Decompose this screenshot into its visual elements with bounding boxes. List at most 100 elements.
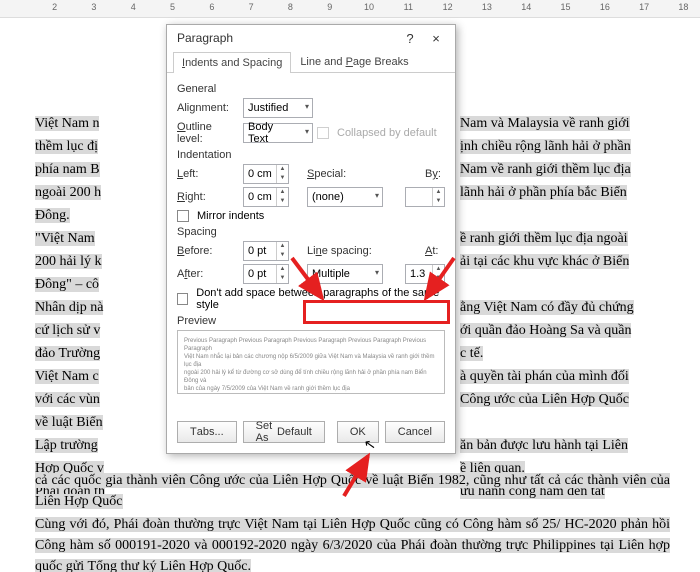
chevron-down-icon: ▾ [305,127,309,136]
close-button[interactable]: × [423,31,449,46]
collapsed-label: Collapsed by default [337,127,437,139]
horizontal-ruler: 2 3 4 5 6 7 8 9 10 11 12 13 14 15 16 17 … [0,0,700,18]
at-value: 1.3 [410,268,425,280]
indent-left-value: 0 cm [248,168,272,180]
after-label: After: [177,268,239,280]
alignment-label: Alignment: [177,102,239,114]
set-default-button[interactable]: Set As Default [243,421,325,443]
dialog-title: Paragraph [177,31,233,45]
paragraph-dialog: Paragraph ? × Indents and Spacing Line a… [166,24,456,454]
indent-left-label: Left: [177,168,239,180]
chevron-down-icon: ▾ [375,268,379,277]
doc-text: ới quần đảo Hoàng Sa và quần [460,323,631,338]
ruler-num: 4 [131,2,136,12]
doc-text: Nam và Malaysia về ranh giới [460,116,630,131]
dialog-titlebar[interactable]: Paragraph ? × [167,25,455,51]
doc-text: à quyền tài phán của mình đối [460,369,629,384]
by-label: By: [425,168,445,180]
no-space-checkbox[interactable] [177,293,188,305]
doc-text: Việt Nam c [35,369,99,384]
outline-select[interactable]: Body Text ▾ [243,123,313,143]
alignment-select[interactable]: Justified ▾ [243,98,313,118]
section-general: General [177,83,445,95]
indent-right-spin[interactable]: 0 cm▲▼ [243,187,289,207]
ruler-num: 15 [561,2,571,12]
ruler-num: 14 [521,2,531,12]
ruler-num: 11 [404,2,413,12]
at-spin[interactable]: 1.3▲▼ [405,264,445,284]
doc-text: cứ lịch sử v [35,323,100,338]
special-label: Special: [307,168,347,180]
mirror-checkbox[interactable] [177,210,189,222]
indent-left-spin[interactable]: 0 cm▲▼ [243,164,289,184]
ruler-num: 16 [600,2,610,12]
help-button[interactable]: ? [397,31,423,46]
indent-right-label: Right: [177,191,239,203]
section-indentation: Indentation [177,149,445,161]
alignment-value: Justified [248,102,288,114]
section-spacing: Spacing [177,226,445,238]
doc-text: cả các quốc gia thành viên Công ước của … [35,473,670,509]
line-spacing-select[interactable]: Multiple ▾ [307,264,383,284]
ruler-num: 10 [364,2,374,12]
special-value: (none) [312,191,344,203]
tabs-button[interactable]: Tabs... [177,421,237,443]
ruler-num: 18 [678,2,688,12]
doc-text: 200 hải lý k [35,254,102,269]
doc-text: lãnh hải ở phần phía bắc Biển [460,185,627,200]
outline-label: Outline level: [177,121,239,145]
special-select[interactable]: (none) ▾ [307,187,383,207]
doc-text: c tế. [460,346,483,361]
doc-text: Đông. [35,208,70,223]
ruler-num: 9 [327,2,332,12]
doc-text: ải tại các khu vực khác ở Biển [460,254,629,269]
doc-text: ngoài 200 h [35,185,101,200]
annotation-highlight [303,300,450,324]
doc-text: đảo Trường [35,346,100,361]
ruler-num: 13 [482,2,492,12]
doc-text: ề ranh giới thềm lục địa ngoài [460,231,628,246]
ruler-num: 5 [170,2,175,12]
at-label: At: [425,245,445,257]
indent-right-value: 0 cm [248,191,272,203]
doc-text: Lập trường [35,438,98,453]
doc-text: về luật Biển [35,415,103,430]
doc-text: với các vùn [35,392,100,407]
doc-text: Việt Nam n [35,116,99,131]
after-value: 0 pt [248,268,266,280]
doc-text: Đông" – cô [35,277,99,292]
ruler-num: 8 [288,2,293,12]
preview-box: Previous Paragraph Previous Paragraph Pr… [177,330,445,394]
doc-text: ằng Việt Nam có đầy đủ chứng [460,300,634,315]
doc-text: Công ước của Liên Hợp Quốc [460,392,629,407]
doc-text: Nhân dịp nà [35,300,103,315]
ruler-num: 6 [209,2,214,12]
doc-text: Nam về ranh giới thềm lục địa [460,162,631,177]
doc-text: ịnh chiều rộng lãnh hải ở phần [460,139,631,154]
doc-text: thềm lục đị [35,139,98,154]
doc-text: Cùng với đó, Phái đoàn thường trực Việt … [35,517,670,572]
doc-text: ăn bản được lưu hành tại Liên [460,438,628,453]
ruler-num: 2 [52,2,57,12]
mirror-label: Mirror indents [197,210,264,222]
line-spacing-value: Multiple [312,268,350,280]
before-label: Before: [177,245,239,257]
cancel-button[interactable]: Cancel [385,421,445,443]
ruler-num: 3 [91,2,96,12]
tab-indents-spacing[interactable]: Indents and Spacing [173,52,291,73]
after-spin[interactable]: 0 pt▲▼ [243,264,289,284]
ruler-num: 7 [249,2,254,12]
tab-line-page-breaks[interactable]: Line and Page Breaks [291,51,417,72]
doc-text: phía nam B [35,162,100,177]
line-spacing-label: Line spacing: [307,245,373,257]
before-spin[interactable]: 0 pt▲▼ [243,241,289,261]
before-value: 0 pt [248,245,266,257]
chevron-down-icon: ▾ [305,102,309,111]
collapsed-checkbox [317,127,329,139]
doc-text: "Việt Nam [35,231,95,246]
by-spin[interactable]: ▲▼ [405,187,445,207]
ruler-num: 12 [443,2,453,12]
outline-value: Body Text [248,121,294,145]
ruler-num: 17 [639,2,649,12]
chevron-down-icon: ▾ [375,191,379,200]
